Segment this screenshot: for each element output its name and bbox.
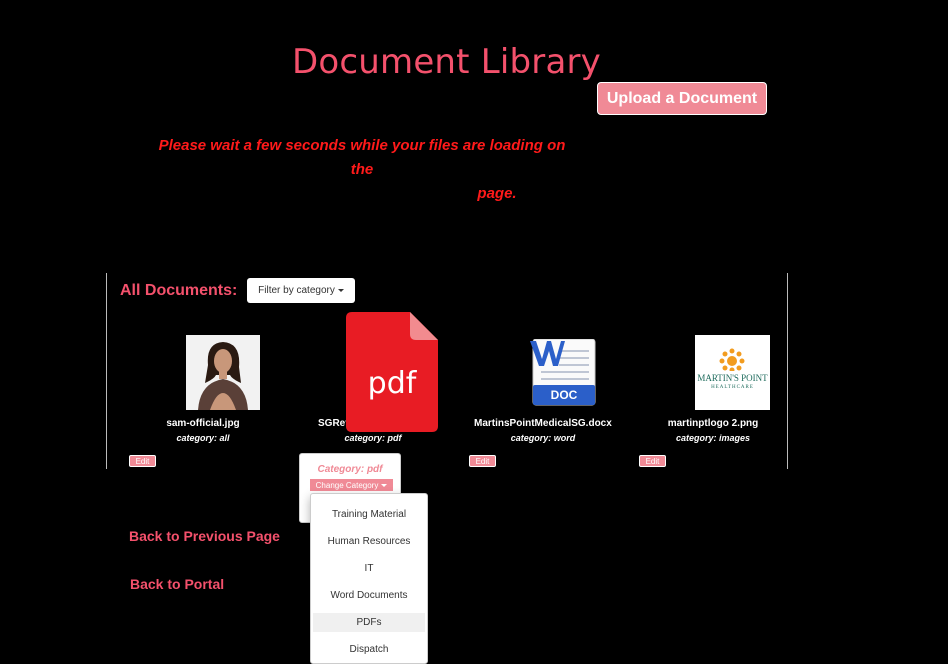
file-name: MartinsPointMedicalSG.docx [474, 418, 612, 429]
logo-thumbnail[interactable]: MARTIN'S POINT HEALTHCARE [695, 335, 770, 410]
category-option-word-documents[interactable]: Word Documents [313, 586, 425, 605]
word-thumbnail[interactable]: DOC [529, 338, 596, 406]
filter-by-category-button[interactable]: Filter by category [247, 278, 355, 303]
file-category: category: all [176, 433, 230, 443]
person-photo-icon [186, 335, 260, 410]
edit-button[interactable]: Edit [469, 455, 496, 467]
change-category-label: Change Category [315, 480, 379, 490]
back-to-previous-page-link[interactable]: Back to Previous Page [129, 528, 280, 544]
doc-icon-label: DOC [550, 388, 578, 402]
photo-thumbnail[interactable] [186, 335, 260, 410]
category-option-training-material[interactable]: Training Material [313, 505, 425, 524]
category-option-pdfs[interactable]: PDFs [313, 613, 425, 632]
caret-down-icon [337, 289, 344, 292]
loading-message-line2: page. [477, 185, 517, 202]
back-to-portal-link[interactable]: Back to Portal [130, 576, 224, 592]
category-option-dispatch[interactable]: Dispatch [313, 640, 425, 659]
filter-label: Filter by category [258, 285, 335, 296]
all-documents-heading: All Documents: [120, 282, 238, 299]
category-option-it[interactable]: IT [313, 559, 425, 578]
caret-down-icon [381, 483, 388, 487]
page-title: Document Library [291, 42, 602, 82]
edit-button[interactable]: Edit [129, 455, 156, 467]
loading-message: Please wait a few seconds while your fil… [150, 134, 574, 206]
sun-logo-icon [719, 348, 745, 373]
category-dropdown-menu: Training Material Human Resources IT Wor… [310, 493, 428, 664]
file-category: category: pdf [344, 433, 402, 443]
upload-document-button[interactable]: Upload a Document [597, 82, 767, 115]
popup-current-category: Category: pdf [317, 464, 383, 475]
file-name: martinptlogo 2.png [667, 418, 759, 429]
category-option-human-resources[interactable]: Human Resources [313, 532, 425, 551]
change-category-button[interactable]: Change Category [310, 479, 393, 491]
pdf-icon-label: pdf [367, 366, 417, 401]
file-name: SGRef [318, 418, 349, 429]
file-category: category: images [675, 433, 751, 443]
logo-line2: HEALTHCARE [711, 385, 754, 390]
edit-button[interactable]: Edit [639, 455, 666, 467]
file-name: sam-official.jpg [166, 418, 240, 429]
logo-line1: MARTIN'S POINT [697, 373, 768, 383]
loading-message-line1: Please wait a few seconds while your fil… [158, 137, 566, 178]
file-category: category: word [510, 433, 576, 443]
pdf-thumbnail[interactable]: pdf [346, 312, 438, 432]
